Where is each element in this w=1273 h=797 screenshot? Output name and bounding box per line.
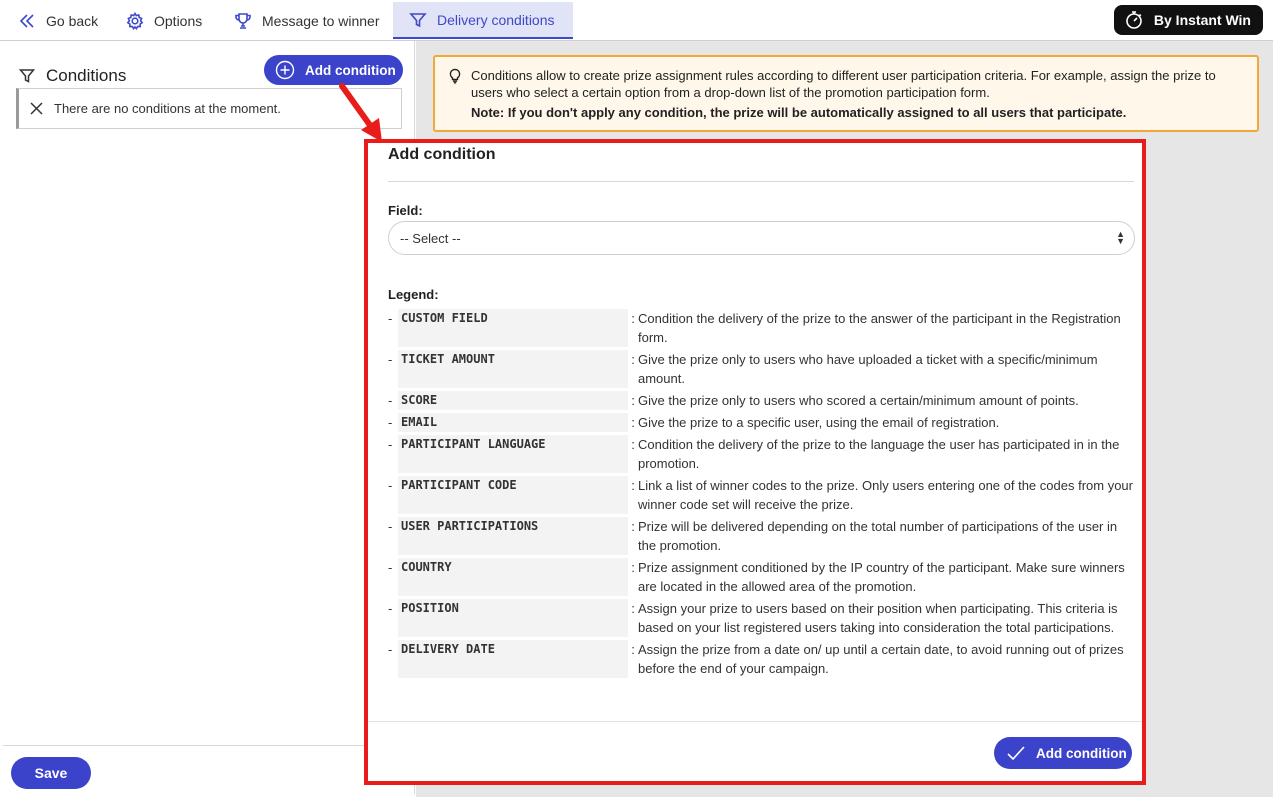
legend-row: - SCORE: Give the prize only to users who … [388, 391, 1136, 410]
select-arrows-icon: ▲ ▼ [1116, 229, 1125, 246]
legend-dash: - [388, 601, 393, 616]
legend-key: SCORE [398, 391, 628, 410]
gear-icon [126, 11, 144, 30]
legend-description: Prize will be delivered depending on the… [638, 519, 1118, 553]
delivery-conditions-tab[interactable]: Delivery conditions [393, 2, 573, 39]
legend-dash: - [388, 393, 393, 408]
save-button[interactable]: Save [11, 757, 91, 789]
legend-colon: : [631, 478, 635, 493]
legend-dash: - [388, 560, 393, 575]
legend-description: Prize assignment conditioned by the IP c… [638, 560, 1125, 594]
legend-row: - USER PARTICIPATIONS: Prize will be deliv… [388, 517, 1136, 555]
legend-key: POSITION [398, 599, 628, 637]
legend-row: - PARTICIPANT CODE: Link a list of winner … [388, 476, 1136, 514]
submit-label: Add condition [1036, 745, 1127, 761]
legend-dash: - [388, 311, 393, 326]
legend-list: - CUSTOM FIELD: Condition the delivery of … [388, 309, 1136, 681]
legend-dash: - [388, 352, 393, 367]
legend-colon: : [631, 415, 635, 430]
legend-row: - CUSTOM FIELD: Condition the delivery of … [388, 309, 1136, 347]
legend-description: Condition the delivery of the prize to t… [638, 437, 1120, 471]
legend-colon: : [631, 393, 635, 408]
conditions-panel: Conditions Add condition There are no co… [3, 41, 415, 794]
legend-description: Link a list of winner codes to the prize… [638, 478, 1133, 512]
dialog-divider [388, 181, 1134, 182]
legend-row: - PARTICIPANT LANGUAGE: Condition the deli… [388, 435, 1136, 473]
legend-dash: - [388, 437, 393, 452]
go-back-label: Go back [46, 12, 99, 29]
footer-divider [3, 745, 364, 746]
dialog-footer-divider [368, 721, 1142, 722]
info-notice: Conditions allow to create prize assignm… [433, 55, 1259, 132]
lightbulb-icon [449, 68, 461, 84]
legend-key: COUNTRY [398, 558, 628, 596]
legend-key: PARTICIPANT CODE [398, 476, 628, 514]
empty-conditions-text: There are no conditions at the moment. [54, 101, 281, 116]
go-back-button[interactable]: Go back [18, 2, 98, 39]
conditions-heading: Conditions [19, 66, 126, 86]
legend-key: DELIVERY DATE [398, 640, 628, 678]
legend-dash: - [388, 478, 393, 493]
instant-win-badge[interactable]: By Instant Win [1113, 5, 1263, 35]
delivery-conditions-label: Delivery conditions [437, 11, 555, 28]
legend-key: PARTICIPANT LANGUAGE [398, 435, 628, 473]
stopwatch-icon [1126, 11, 1142, 29]
legend-key: USER PARTICIPATIONS [398, 517, 628, 555]
legend-key: CUSTOM FIELD [398, 309, 628, 347]
empty-conditions-message: There are no conditions at the moment. [16, 88, 402, 129]
legend-row: - DELIVERY DATE: Assign the prize from a d… [388, 640, 1136, 678]
legend-colon: : [631, 311, 635, 326]
filter-icon [19, 69, 35, 83]
legend-description: Give the prize only to users who scored … [638, 393, 1079, 408]
legend-colon: : [631, 560, 635, 575]
field-select-value: -- Select -- [400, 230, 461, 246]
legend-colon: : [631, 642, 635, 657]
dialog-title: Add condition [388, 146, 496, 163]
options-label: Options [154, 12, 203, 29]
legend-row: - COUNTRY: Prize assignment conditioned by… [388, 558, 1136, 596]
plus-circle-icon [275, 60, 295, 80]
add-condition-dialog: Add condition Field: -- Select -- ▲ ▼ Leg… [368, 143, 1142, 781]
legend-row: - POSITION: Assign your prize to users bas… [388, 599, 1136, 637]
legend-colon: : [631, 601, 635, 616]
legend-description: Condition the delivery of the prize to t… [638, 311, 1121, 345]
legend-key: TICKET AMOUNT [398, 350, 628, 388]
legend-dash: - [388, 415, 393, 430]
checkmark-icon [1007, 746, 1025, 761]
options-tab[interactable]: Options [126, 2, 202, 39]
brand-label: By Instant Win [1153, 12, 1251, 28]
notice-text: Conditions allow to create prize assignm… [471, 68, 1216, 100]
message-to-winner-label: Message to winner [262, 12, 380, 29]
trophy-icon [235, 12, 251, 29]
legend-colon: : [631, 352, 635, 367]
notice-note: Note: If you don't apply any condition, … [471, 105, 1127, 120]
legend-description: Assign the prize from a date on/ up unti… [638, 642, 1124, 676]
legend-colon: : [631, 437, 635, 452]
legend-dash: - [388, 642, 393, 657]
legend-colon: : [631, 519, 635, 534]
field-label: Field: [388, 203, 423, 218]
legend-description: Assign your prize to users based on thei… [638, 601, 1118, 635]
submit-add-condition-button[interactable]: Add condition [994, 737, 1132, 769]
add-condition-button[interactable]: Add condition [264, 55, 403, 85]
filter-icon [409, 12, 427, 27]
double-chevron-left-icon [19, 13, 34, 28]
message-to-winner-tab[interactable]: Message to winner [234, 2, 380, 39]
legend-key: EMAIL [398, 413, 628, 432]
close-icon [30, 102, 43, 115]
legend-row: - TICKET AMOUNT: Give the prize only to us… [388, 350, 1136, 388]
conditions-title: Conditions [46, 66, 127, 85]
legend-row: - EMAIL: Give the prize to a specific user… [388, 413, 1136, 432]
top-nav: Go back Options Message to winner Delive… [0, 0, 1273, 41]
legend-label: Legend: [388, 287, 439, 302]
legend-dash: - [388, 519, 393, 534]
legend-description: Give the prize to a specific user, using… [638, 415, 1000, 430]
field-select[interactable]: -- Select -- ▲ ▼ [388, 221, 1135, 255]
add-condition-label: Add condition [305, 62, 396, 78]
legend-description: Give the prize only to users who have up… [638, 352, 1098, 386]
